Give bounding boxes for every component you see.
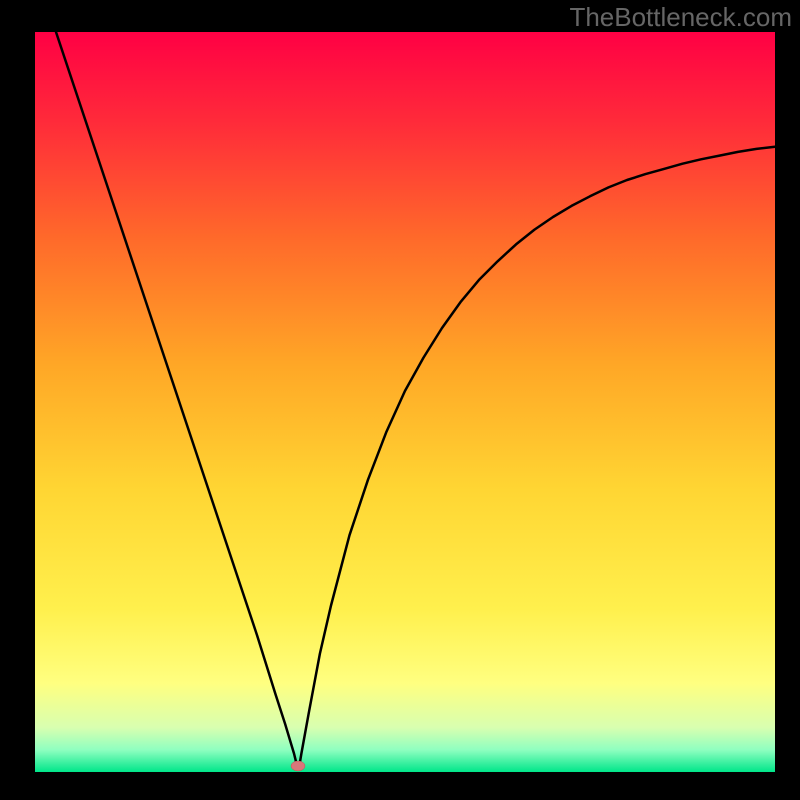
bottleneck-chart bbox=[0, 0, 800, 800]
chart-frame: TheBottleneck.com bbox=[0, 0, 800, 800]
plot-background bbox=[35, 32, 775, 772]
optimum-marker bbox=[291, 761, 305, 771]
watermark-text: TheBottleneck.com bbox=[569, 2, 792, 33]
